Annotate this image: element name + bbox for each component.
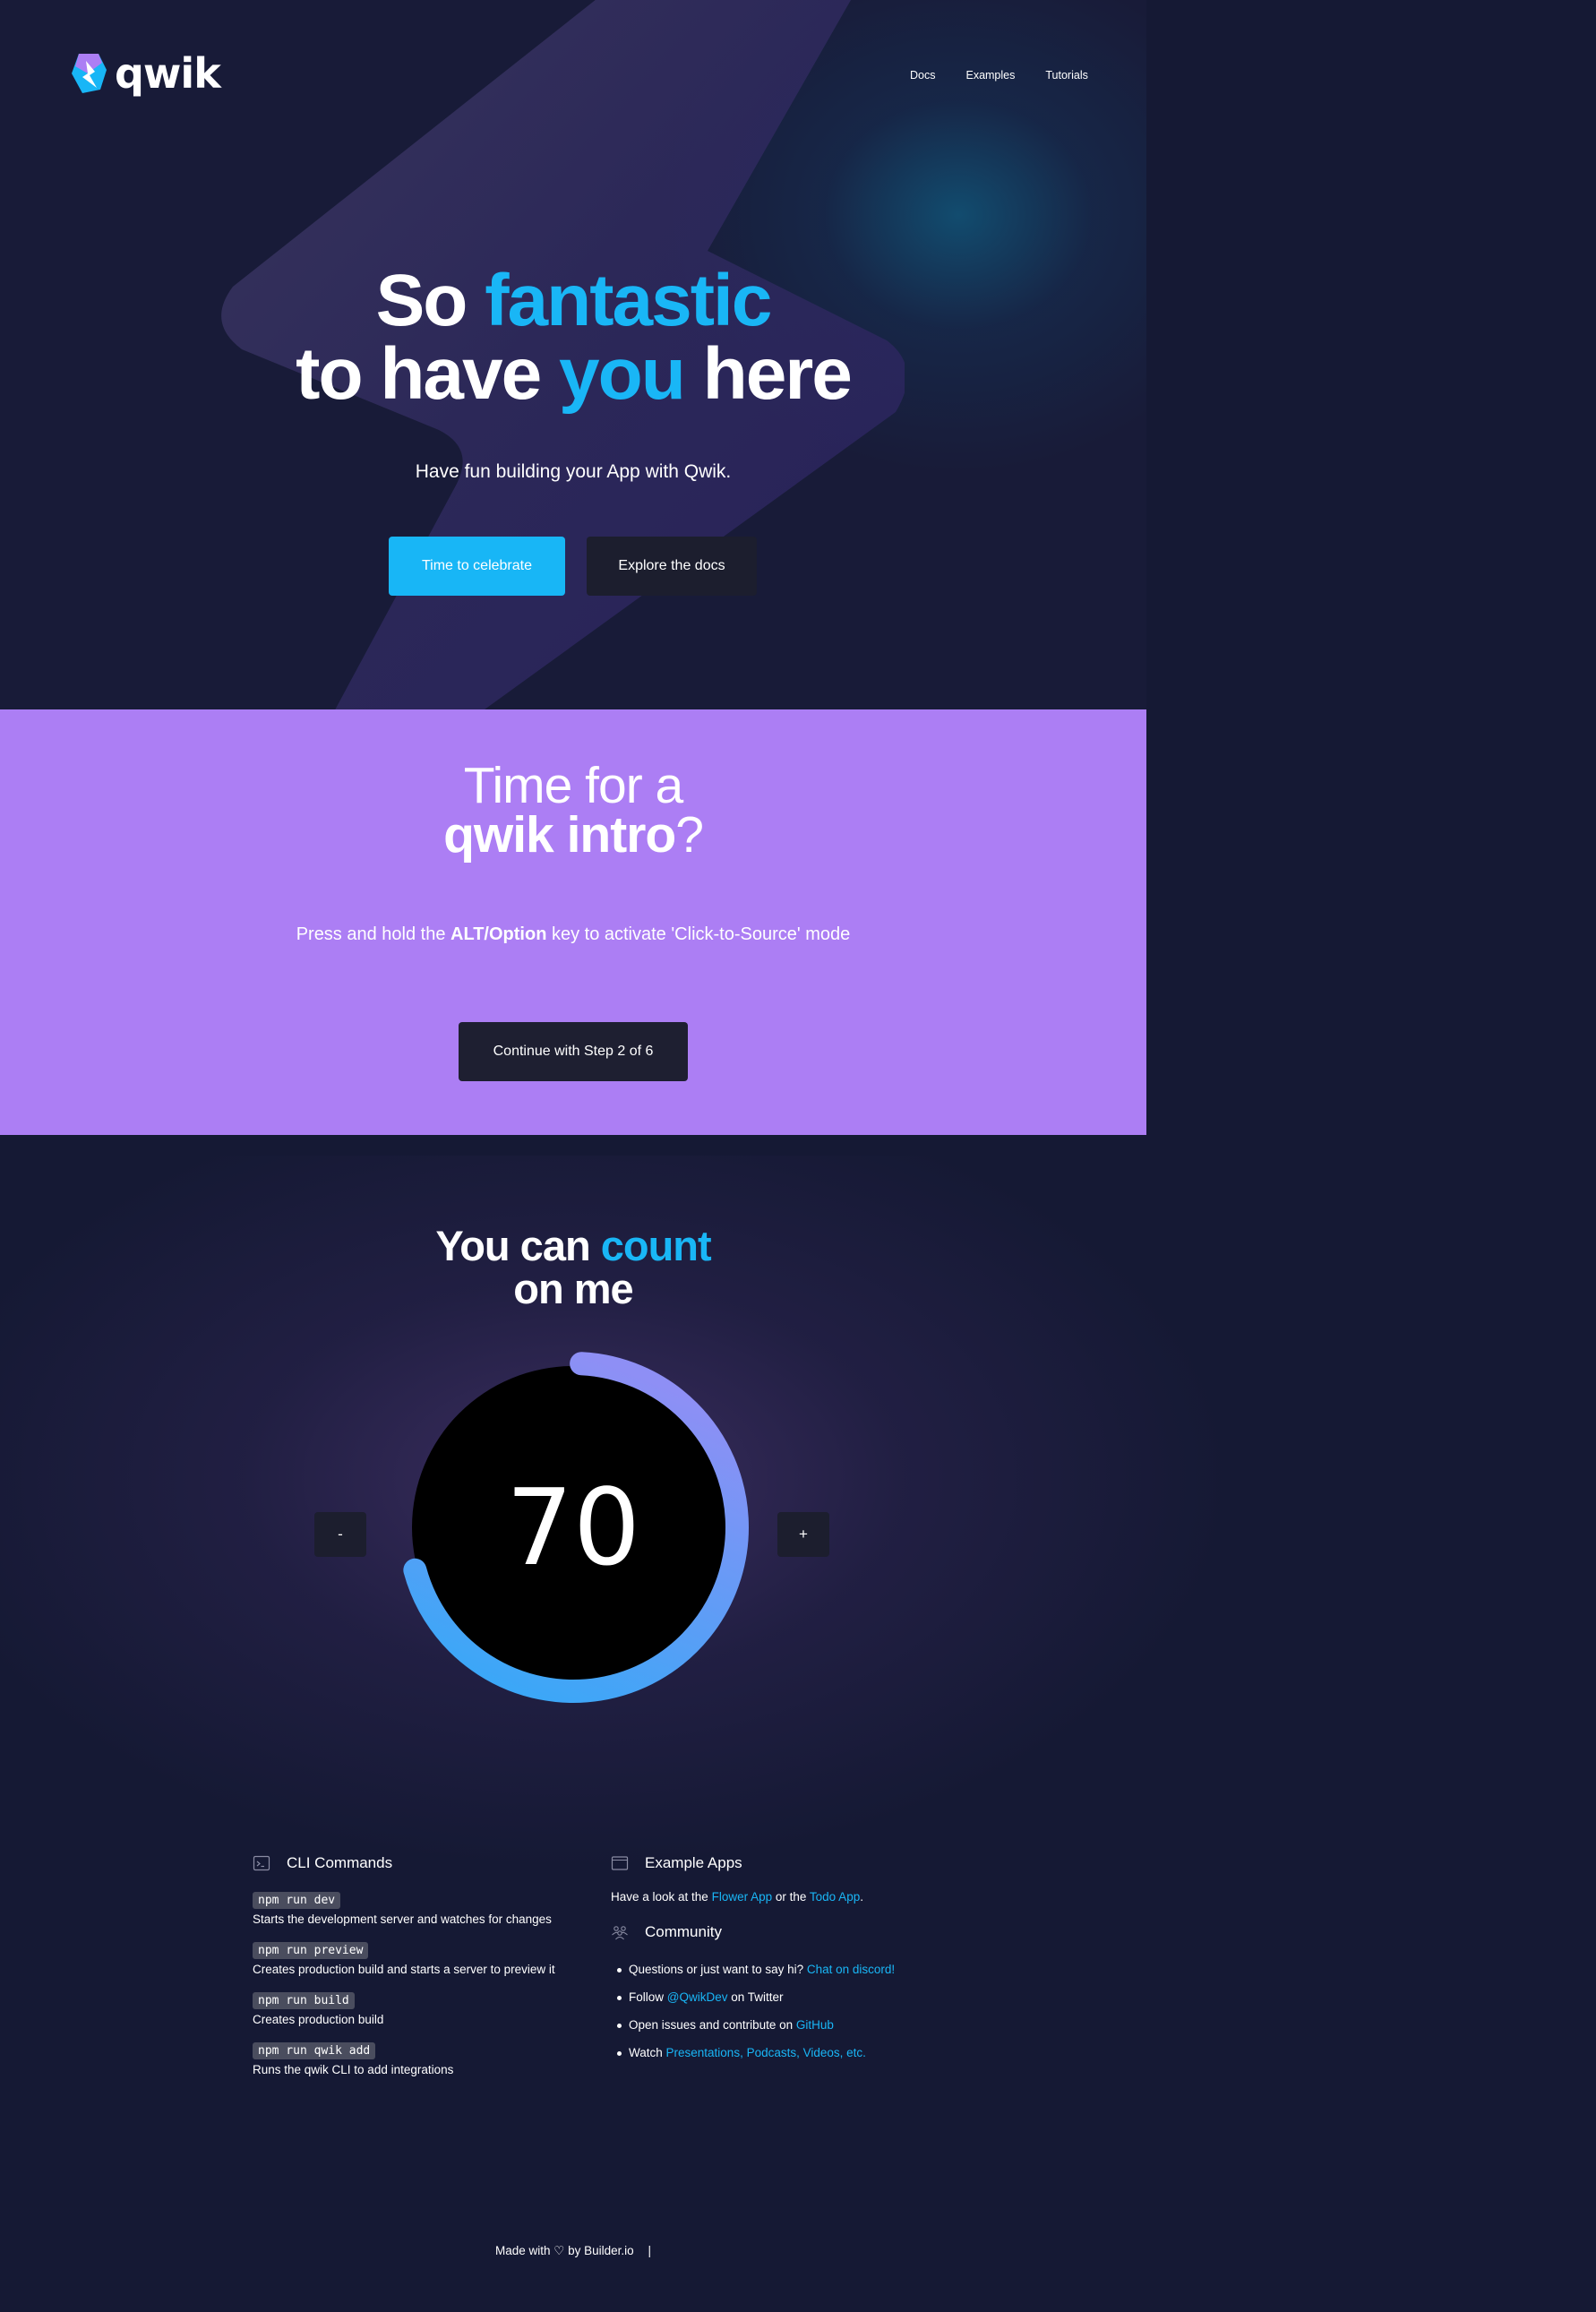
discord-link[interactable]: Chat on discord!: [807, 1963, 895, 1976]
increment-button[interactable]: +: [777, 1512, 829, 1557]
cli-command-code: npm run qwik add: [253, 2042, 376, 2059]
community-item-text: Follow: [629, 1990, 667, 2004]
hero-section: qwik Docs Examples Tutorials So fantasti…: [0, 0, 1146, 709]
community-item-text: Open issues and contribute on: [629, 2018, 796, 2032]
twitter-link[interactable]: @QwikDev: [667, 1990, 728, 2004]
examples-text: Have a look at the Flower App or the Tod…: [611, 1890, 969, 1904]
hero-title-w3: to have: [296, 333, 542, 415]
window-icon: [611, 1856, 629, 1870]
logo-text: qwik: [115, 49, 221, 98]
examples-title: Example Apps: [645, 1854, 742, 1871]
intro-section: Time for a qwik intro? Press and hold th…: [0, 709, 1146, 1135]
flower-app-link[interactable]: Flower App: [712, 1890, 773, 1904]
page: qwik Docs Examples Tutorials So fantasti…: [0, 0, 1596, 2312]
community-title: Community: [645, 1923, 722, 1940]
intro-text: Press and hold the ALT/Option key to act…: [0, 924, 1146, 945]
community-item-text: on Twitter: [727, 1990, 784, 2004]
examples-header: Example Apps: [611, 1854, 969, 1872]
qwik-logo[interactable]: qwik: [70, 49, 221, 98]
cli-column: CLI Commands npm run dev Starts the deve…: [253, 1854, 593, 2093]
resources-column: Example Apps Have a look at the Flower A…: [611, 1854, 969, 2074]
cli-command-code: npm run build: [253, 1992, 355, 2009]
cli-command-code: npm run preview: [253, 1942, 369, 1959]
hero-title-w5: here: [702, 333, 853, 415]
counter-title-w1: You can: [435, 1222, 590, 1269]
cli-header: CLI Commands: [253, 1854, 593, 1872]
intro-title-question: ?: [675, 806, 704, 864]
qwik-logo-icon: [72, 54, 107, 93]
cli-command-desc: Creates production build and starts a se…: [253, 1963, 555, 1976]
counter-title-w2: count: [600, 1222, 712, 1269]
community-item: Watch Presentations, Podcasts, Videos, e…: [611, 2046, 969, 2059]
hero-title-w1: So: [375, 260, 468, 341]
cli-command-item: npm run build Creates production build: [253, 1992, 593, 2026]
presentations-link[interactable]: Presentations, Podcasts, Videos, etc.: [666, 2046, 866, 2059]
community-item: Questions or just want to say hi? Chat o…: [611, 1963, 969, 1976]
counter-title: You can count on me: [0, 1225, 1146, 1311]
counter-value: 70: [505, 1465, 641, 1589]
explore-docs-button[interactable]: Explore the docs: [587, 537, 757, 596]
intro-text-before: Press and hold the: [296, 924, 451, 944]
todo-app-link[interactable]: Todo App: [810, 1890, 860, 1904]
cli-command-item: npm run dev Starts the development serve…: [253, 1892, 593, 1926]
cli-command-desc: Runs the qwik CLI to add integrations: [253, 2063, 454, 2076]
terminal-icon: [253, 1855, 270, 1871]
examples-text-after: .: [860, 1890, 863, 1904]
cli-title: CLI Commands: [287, 1854, 393, 1871]
github-link[interactable]: GitHub: [796, 2018, 834, 2032]
nav-examples[interactable]: Examples: [965, 69, 1015, 82]
examples-text-mid: or the: [772, 1890, 810, 1904]
cli-command-item: npm run qwik add Runs the qwik CLI to ad…: [253, 2042, 593, 2076]
intro-title: Time for a qwik intro?: [0, 761, 1146, 861]
footer: Made with ♡ by Builder.io |: [0, 2244, 1146, 2258]
community-item: Follow @QwikDev on Twitter: [611, 1990, 969, 2004]
cli-command-desc: Starts the development server and watche…: [253, 1912, 552, 1926]
cli-command-desc: Creates production build: [253, 2013, 384, 2026]
cli-command-item: npm run preview Creates production build…: [253, 1942, 593, 1976]
decrement-button[interactable]: -: [314, 1512, 366, 1557]
hero-subtitle: Have fun building your App with Qwik.: [415, 461, 732, 482]
hero-title-w4: you: [559, 333, 686, 415]
celebrate-button[interactable]: Time to celebrate: [389, 537, 565, 596]
intro-title-bold: qwik intro: [443, 806, 676, 864]
hero-title-w2: fantastic: [485, 260, 772, 341]
intro-text-after: key to activate 'Click-to-Source' mode: [546, 924, 851, 944]
community-list: Questions or just want to say hi? Chat o…: [611, 1963, 969, 2059]
nav-tutorials[interactable]: Tutorials: [1045, 69, 1087, 82]
nav-docs[interactable]: Docs: [910, 69, 935, 82]
community-item-text: Watch: [629, 2046, 666, 2059]
top-nav: Docs Examples Tutorials: [910, 69, 1088, 82]
community-icon: [612, 1926, 628, 1940]
cli-command-code: npm run dev: [253, 1892, 341, 1909]
continue-step-button[interactable]: Continue with Step 2 of 6: [459, 1022, 688, 1081]
community-item: Open issues and contribute on GitHub: [611, 2018, 969, 2032]
footer-separator: |: [648, 2244, 651, 2257]
counter-title-w3: on me: [513, 1265, 633, 1312]
examples-text-before: Have a look at the: [611, 1890, 712, 1904]
community-header: Community: [611, 1923, 969, 1941]
intro-text-key: ALT/Option: [450, 924, 547, 944]
hero-title: So fantastic to have you here: [0, 264, 1146, 411]
builder-link[interactable]: Made with ♡ by Builder.io: [495, 2244, 634, 2257]
community-item-text: Questions or just want to say hi?: [629, 1963, 807, 1976]
